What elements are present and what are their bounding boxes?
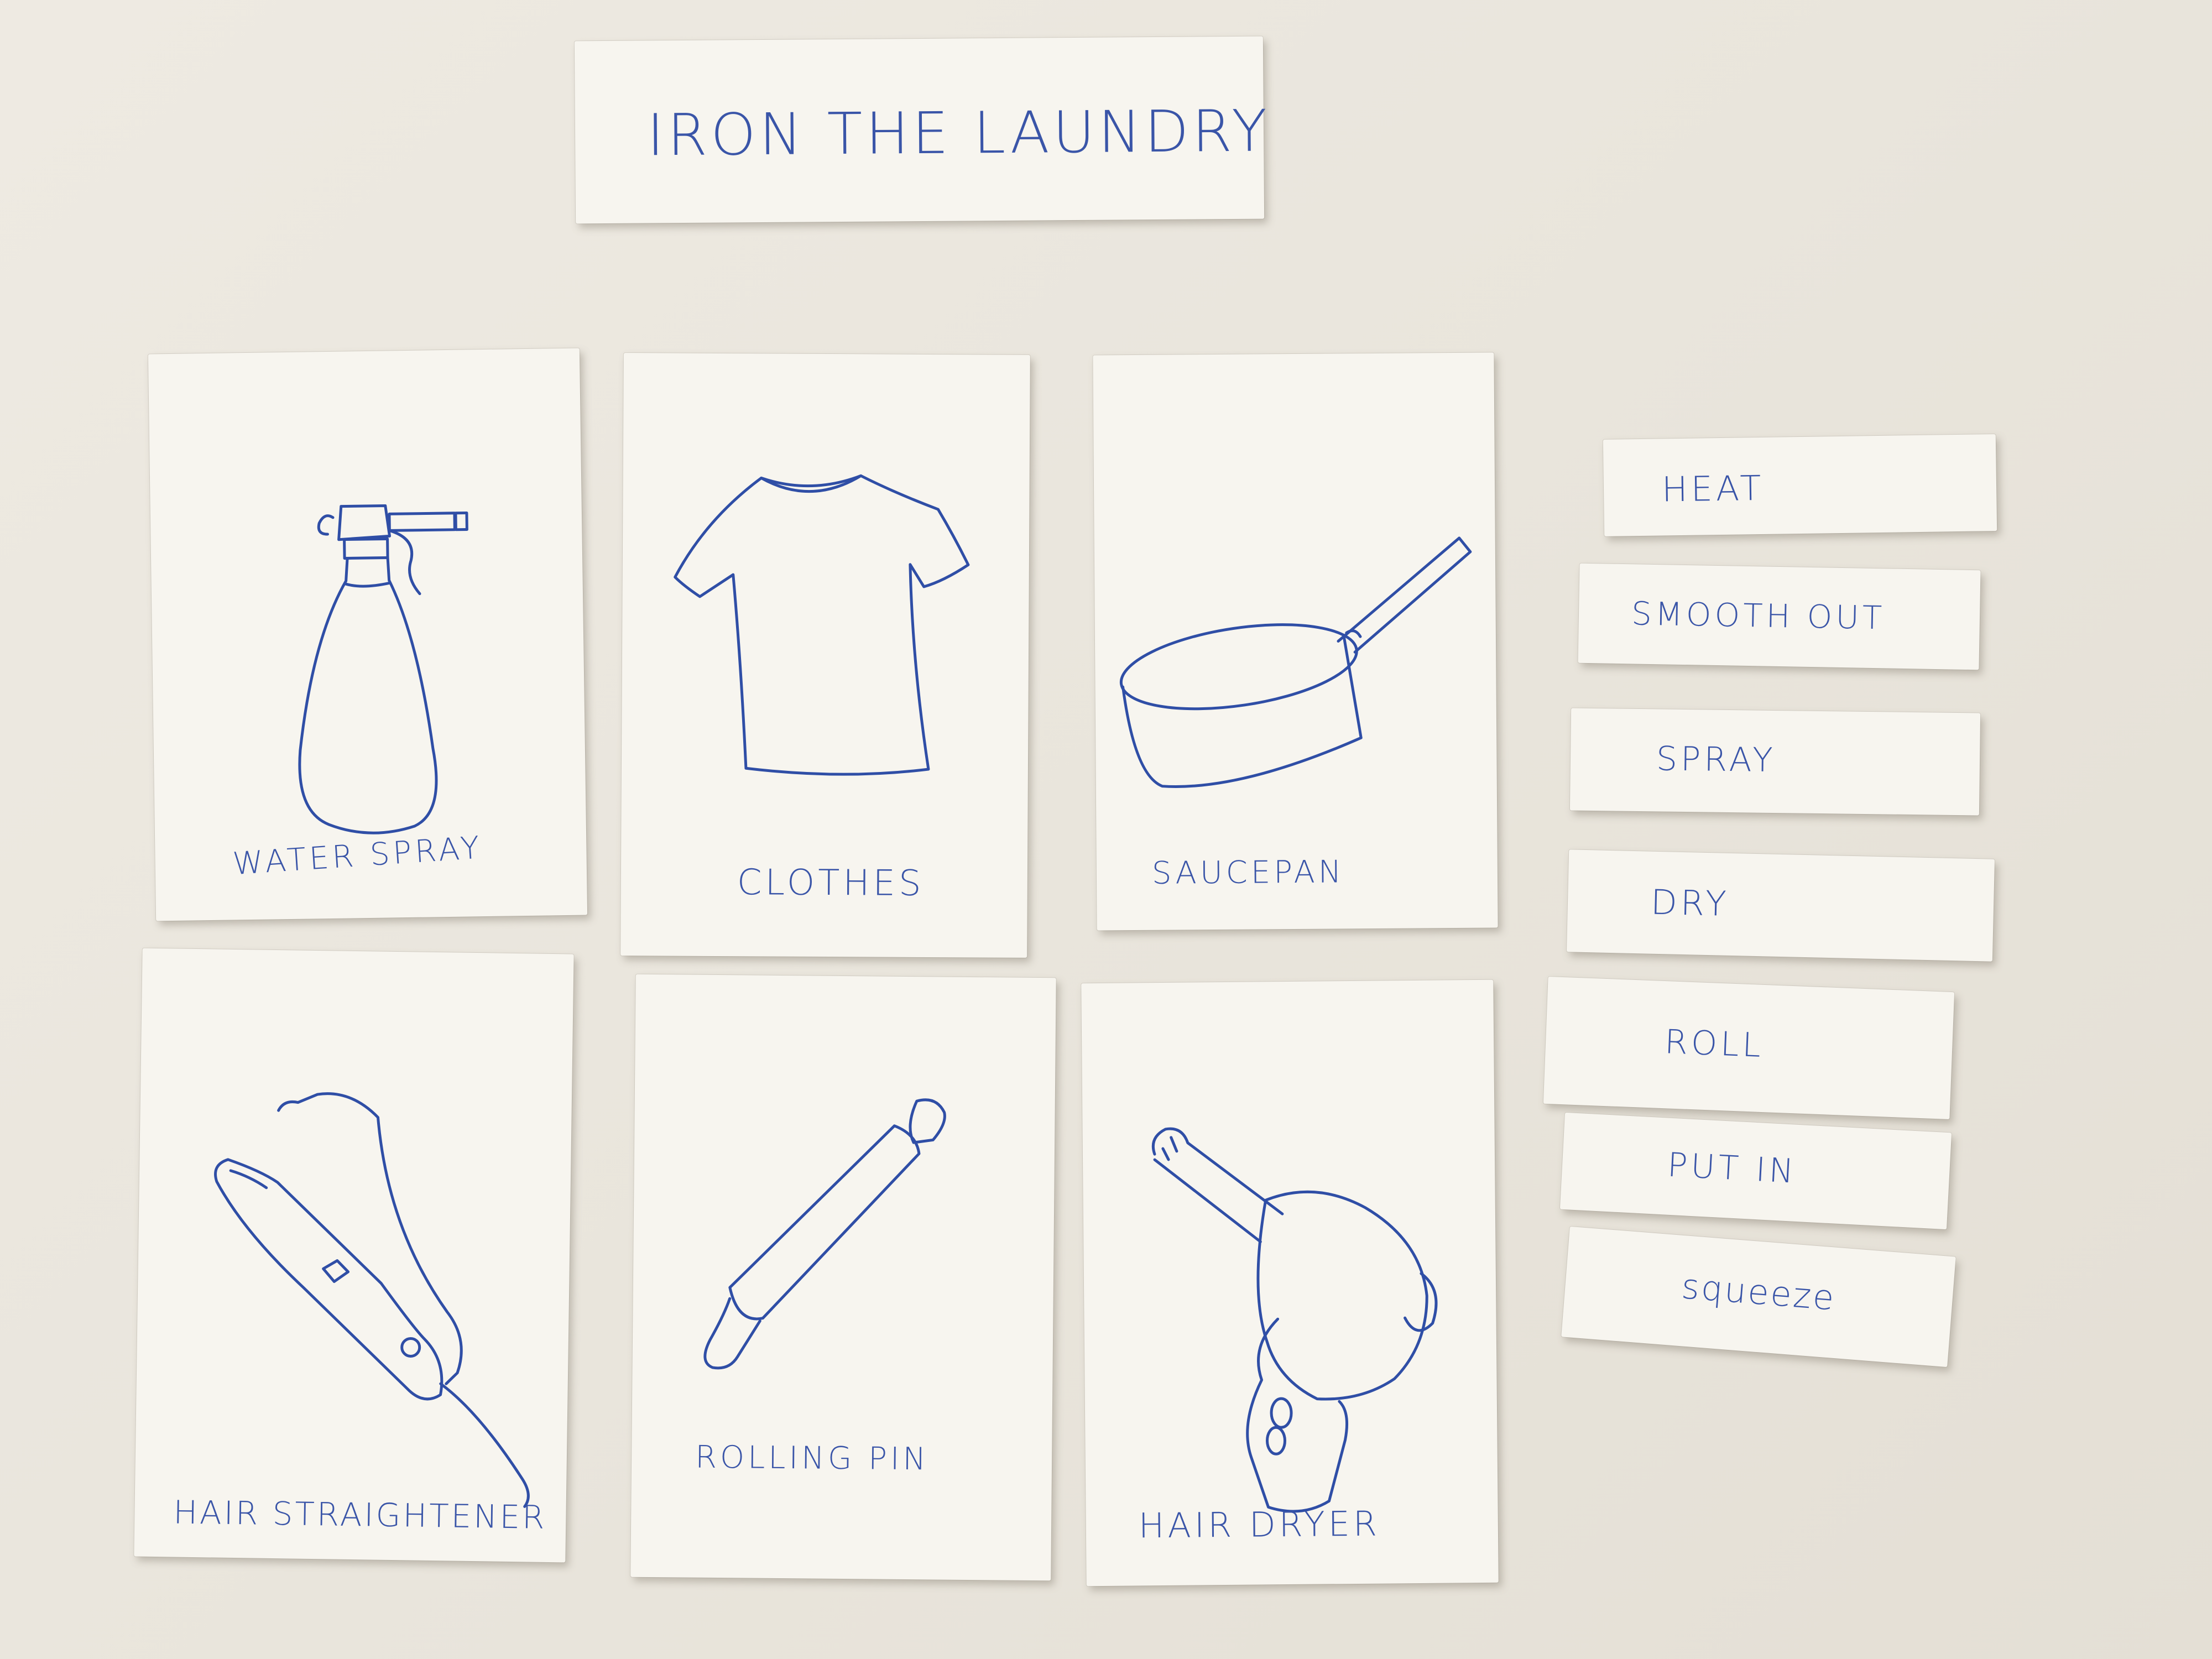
card-label: SAUCEPAN [1151,854,1345,891]
card-saucepan: SAUCEPAN [1093,352,1498,931]
word-strip-smooth-out: SMOOTH OUT [1578,563,1981,670]
word-strip-text: ROLL [1663,1022,1765,1066]
hair-straightener-icon [214,1092,530,1508]
word-strip-text: SMOOTH OUT [1631,594,1886,637]
word-strip-text: DRY [1650,881,1730,924]
card-label: HAIR DRYER [1138,1503,1381,1546]
word-strip-put-in: PUT IN [1559,1112,1952,1230]
word-strip-squeeze: squeeze [1561,1226,1956,1368]
hair-dryer-icon [1151,1127,1438,1513]
word-strip-text: HEAT [1661,467,1765,510]
word-strip-heat: HEAT [1603,434,1997,536]
title-strip: IRON THE LAUNDRY [574,36,1270,224]
word-strip-spray: SPRAY [1569,708,1981,816]
word-strip-text: PUT IN [1666,1145,1798,1191]
card-label: CLOTHES [737,862,925,904]
word-strip-dry: DRY [1567,849,1995,962]
card-water-spray: WATER SPRAY [148,348,588,921]
card-hair-straightener: HAIR STRAIGHTENER [134,948,574,1563]
spray-bottle-icon [298,504,468,834]
title-strip-text: IRON THE LAUNDRY [646,97,1271,169]
card-label: ROLLING PIN [695,1439,930,1478]
card-hair-dryer: HAIR DRYER [1081,979,1499,1587]
saucepan-icon [1119,536,1472,788]
word-strip-roll: ROLL [1543,976,1955,1120]
card-clothes: CLOTHES [620,353,1030,958]
card-label: HAIR STRAIGHTENER [173,1493,547,1536]
word-strip-text: SPRAY [1656,739,1777,780]
rolling-pin-icon [703,1098,946,1370]
word-strip-text: squeeze [1680,1266,1838,1318]
card-rolling-pin: ROLLING PIN [630,974,1056,1581]
photo-scene: IRON THE LAUNDRY WATER SPRAY CLOTHES SAU… [0,0,2212,1659]
